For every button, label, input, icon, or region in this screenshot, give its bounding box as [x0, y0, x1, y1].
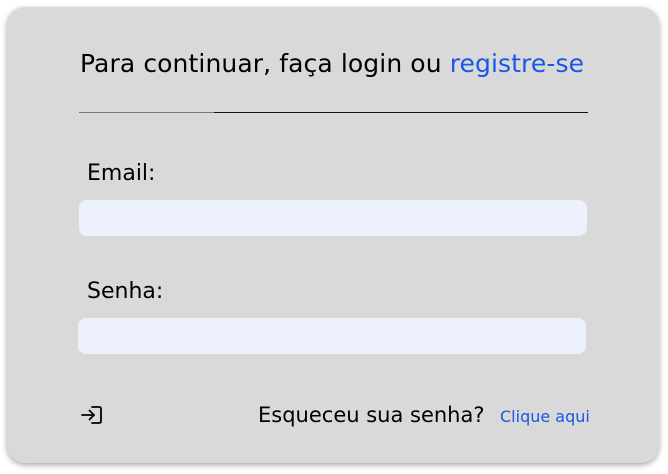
forgot-password-link[interactable]: Clique aqui	[500, 407, 590, 426]
sign-in-arrow-icon[interactable]	[80, 404, 104, 426]
password-label: Senha:	[87, 279, 164, 304]
login-heading: Para continuar, faça login ou registre-s…	[80, 49, 584, 78]
email-field[interactable]	[79, 200, 587, 236]
divider	[79, 112, 588, 113]
email-label: Email:	[87, 161, 156, 186]
heading-text: Para continuar, faça login ou	[80, 49, 450, 78]
password-field[interactable]	[78, 318, 586, 354]
divider-segment	[79, 112, 214, 113]
forgot-password-text: Esqueceu sua senha?	[258, 403, 485, 427]
register-link[interactable]: registre-se	[450, 49, 584, 78]
login-card: Para continuar, faça login ou registre-s…	[7, 7, 659, 463]
